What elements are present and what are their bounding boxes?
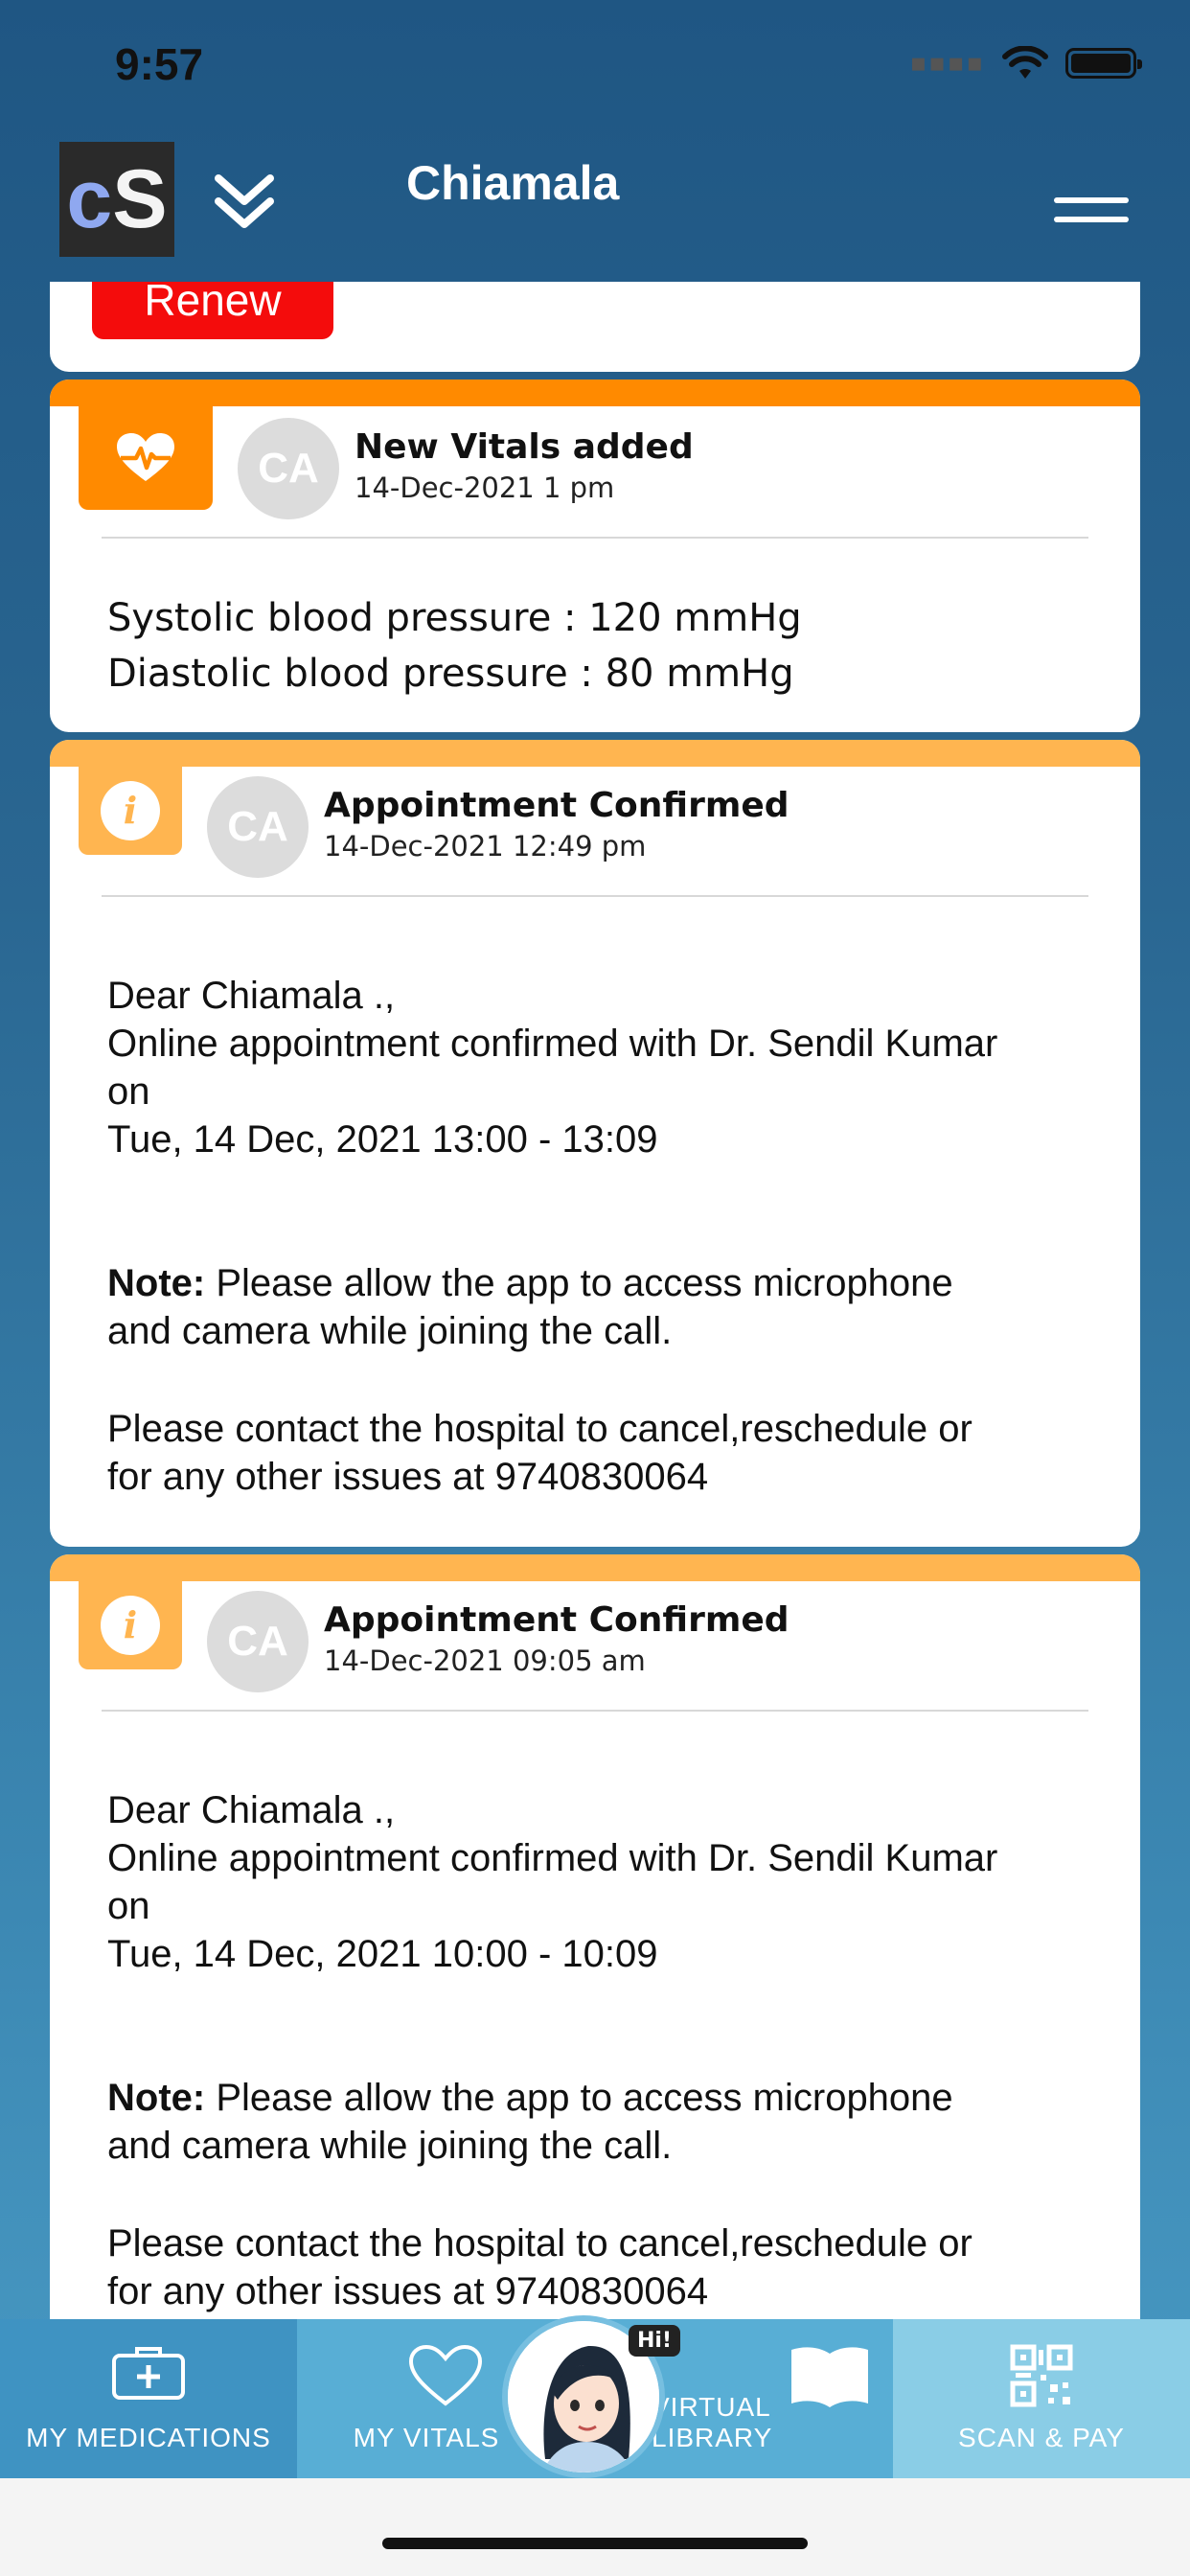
heartbeat-icon <box>117 433 174 481</box>
notification-title: Appointment Confirmed <box>324 786 790 825</box>
vital-reading: Diastolic blood pressure : 80 mmHg <box>107 652 794 696</box>
note-line: Note: Please allow the app to access mic… <box>107 2074 953 2122</box>
note-label: Note: <box>107 2077 206 2119</box>
note-line: and camera while joining the call. <box>107 1310 673 1352</box>
vitals-tag <box>79 406 213 510</box>
qr-code-icon <box>1010 2344 1073 2407</box>
appointment-slot: Tue, 14 Dec, 2021 13:00 - 13:09 <box>107 1118 658 1161</box>
message-line: Online appointment confirmed with Dr. Se… <box>107 1023 998 1065</box>
renew-button[interactable]: Renew <box>92 282 333 339</box>
appointment-notification-card[interactable]: i CA Appointment Confirmed 14-Dec-2021 1… <box>50 740 1140 1547</box>
logo-letter-c: c <box>66 153 113 245</box>
avatar: CA <box>238 418 339 519</box>
home-indicator[interactable] <box>382 2538 808 2549</box>
note-line: and camera while joining the call. <box>107 2125 673 2167</box>
app-logo[interactable]: cS <box>59 142 174 257</box>
contact-line: for any other issues at 9740830064 <box>107 2270 709 2312</box>
appointment-slot: Tue, 14 Dec, 2021 10:00 - 10:09 <box>107 1933 658 1975</box>
home-indicator-area <box>0 2478 1190 2576</box>
message-greeting: Dear Chiamala ., <box>107 975 396 1017</box>
message-line: Online appointment confirmed with Dr. Se… <box>107 1837 998 1879</box>
status-time: 9:57 <box>115 39 204 89</box>
tab-label: SCAN & PAY <box>958 2423 1125 2452</box>
logo-letter-s: S <box>112 153 168 245</box>
svg-text:i: i <box>124 1603 137 1646</box>
appointment-notification-card[interactable]: i CA Appointment Confirmed 14-Dec-2021 0… <box>50 1554 1140 2379</box>
renew-card: Renew <box>50 282 1140 372</box>
vital-reading: Systolic blood pressure : 120 mmHg <box>107 596 802 640</box>
patient-name-title: Chiamala <box>406 156 620 210</box>
menu-icon[interactable] <box>1054 197 1129 236</box>
message-line: on <box>107 1885 150 1927</box>
note-label: Note: <box>107 1262 206 1304</box>
info-icon: i <box>101 781 160 840</box>
notification-title: Appointment Confirmed <box>324 1600 790 1640</box>
contact-line: for any other issues at 9740830064 <box>107 1456 709 1498</box>
card-accent-bar <box>50 380 1140 406</box>
contact-line: Please contact the hospital to cancel,re… <box>107 2222 973 2265</box>
note-line: Note: Please allow the app to access mic… <box>107 1259 953 1307</box>
info-tag: i <box>79 1581 182 1669</box>
vitals-notification-card[interactable]: CA New Vitals added 14-Dec-2021 1 pm Sys… <box>50 380 1140 732</box>
heart-icon <box>408 2344 483 2406</box>
tab-label: MY MEDICATIONS <box>26 2423 271 2452</box>
info-tag: i <box>79 767 182 855</box>
notification-date: 14-Dec-2021 1 pm <box>355 472 615 504</box>
svg-text:i: i <box>124 789 137 832</box>
info-icon: i <box>101 1596 160 1655</box>
battery-icon <box>1065 48 1142 79</box>
card-accent-bar <box>50 740 1140 767</box>
tab-scan-and-pay[interactable]: SCAN & PAY <box>893 2319 1190 2478</box>
wifi-icon <box>1002 46 1048 79</box>
tab-label: MY VITALS <box>353 2423 500 2452</box>
double-chevron-down-icon[interactable] <box>213 172 276 232</box>
book-icon <box>791 2347 868 2407</box>
notification-date: 14-Dec-2021 12:49 pm <box>324 830 647 862</box>
status-icons: ▪▪▪▪ <box>909 46 1142 80</box>
tab-my-medications[interactable]: MY MEDICATIONS <box>0 2319 297 2478</box>
card-accent-bar <box>50 1554 1140 1581</box>
note-text: Please allow the app to access microphon… <box>205 2077 953 2119</box>
signal-icon: ▪▪▪▪ <box>909 49 985 78</box>
divider <box>102 537 1088 539</box>
avatar: CA <box>207 776 309 878</box>
first-aid-kit-icon <box>112 2347 185 2400</box>
divider <box>102 895 1088 897</box>
contact-line: Please contact the hospital to cancel,re… <box>107 1408 973 1450</box>
divider <box>102 1710 1088 1712</box>
notification-date: 14-Dec-2021 09:05 am <box>324 1644 646 1677</box>
message-greeting: Dear Chiamala ., <box>107 1789 396 1831</box>
message-line: on <box>107 1070 150 1113</box>
notification-title: New Vitals added <box>355 427 694 467</box>
avatar: CA <box>207 1591 309 1692</box>
note-text: Please allow the app to access microphon… <box>205 1262 953 1304</box>
hi-badge: Hi! <box>629 2325 680 2357</box>
